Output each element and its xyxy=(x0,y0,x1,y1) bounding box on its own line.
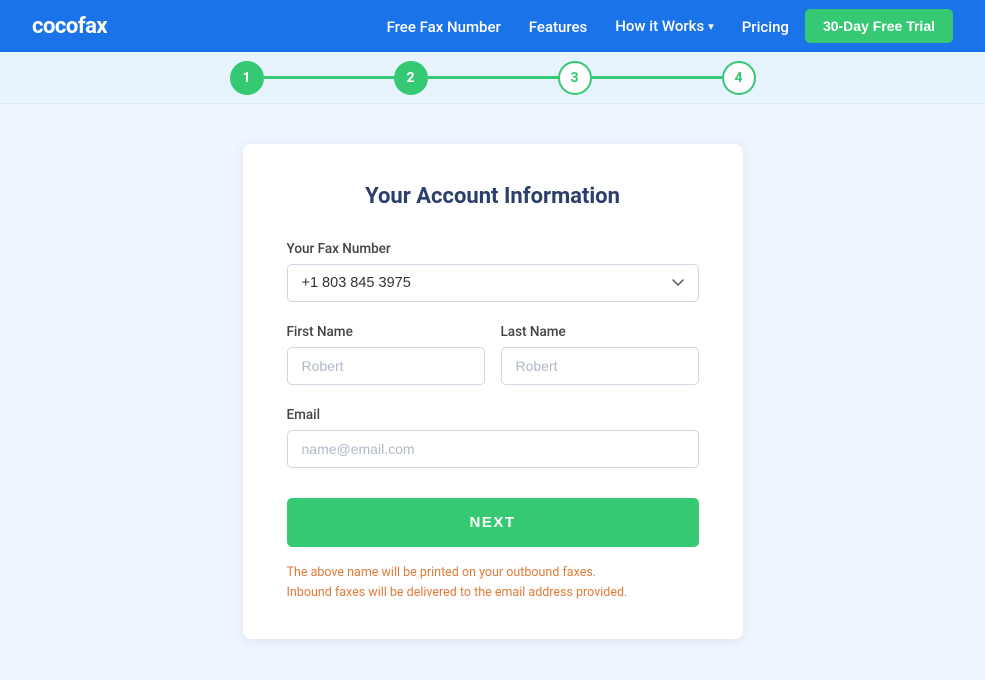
form-note-line1: The above name will be printed on your o… xyxy=(287,565,597,580)
step-2: 2 xyxy=(394,61,428,95)
nav-link-free-fax[interactable]: Free Fax Number xyxy=(387,18,501,36)
next-button[interactable]: NEXT xyxy=(287,498,699,547)
form-note: The above name will be printed on your o… xyxy=(287,563,699,603)
first-name-field: First Name xyxy=(287,324,485,385)
chevron-down-icon: ▾ xyxy=(708,20,714,33)
trial-button[interactable]: 30-Day Free Trial xyxy=(805,9,953,43)
last-name-input[interactable] xyxy=(501,347,699,385)
nav-item-free-fax[interactable]: Free Fax Number xyxy=(387,17,501,36)
stepper-bar: 1 2 3 4 xyxy=(0,52,985,104)
first-name-label: First Name xyxy=(287,324,485,340)
main-content: Your Account Information Your Fax Number… xyxy=(0,104,985,679)
form-note-line2: Inbound faxes will be delivered to the e… xyxy=(287,585,628,600)
stepper: 1 2 3 4 xyxy=(230,61,756,95)
fax-number-label: Your Fax Number xyxy=(287,241,699,257)
form-title: Your Account Information xyxy=(287,184,699,209)
step-4: 4 xyxy=(722,61,756,95)
email-field: Email xyxy=(287,407,699,468)
step-3: 3 xyxy=(558,61,592,95)
nav-item-pricing[interactable]: Pricing xyxy=(742,17,789,36)
nav-link-features[interactable]: Features xyxy=(529,18,587,36)
name-row: First Name Last Name xyxy=(287,324,699,385)
step-line-1-2 xyxy=(264,76,394,79)
nav-item-features[interactable]: Features xyxy=(529,17,587,36)
email-label: Email xyxy=(287,407,699,423)
nav-link-pricing[interactable]: Pricing xyxy=(742,18,789,36)
email-input[interactable] xyxy=(287,430,699,468)
fax-number-select[interactable]: +1 803 845 3975 xyxy=(287,264,699,302)
last-name-label: Last Name xyxy=(501,324,699,340)
last-name-field: Last Name xyxy=(501,324,699,385)
nav-link-how-it-works[interactable]: How it Works ▾ xyxy=(615,17,713,35)
step-line-3-4 xyxy=(592,76,722,79)
first-name-input[interactable] xyxy=(287,347,485,385)
navbar: cocofax Free Fax Number Features How it … xyxy=(0,0,985,52)
nav-links: Free Fax Number Features How it Works ▾ … xyxy=(387,17,789,36)
fax-number-field: Your Fax Number +1 803 845 3975 xyxy=(287,241,699,302)
nav-item-how-it-works[interactable]: How it Works ▾ xyxy=(615,17,713,35)
form-card: Your Account Information Your Fax Number… xyxy=(243,144,743,639)
step-1: 1 xyxy=(230,61,264,95)
step-line-2-3 xyxy=(428,76,558,79)
logo[interactable]: cocofax xyxy=(32,14,107,39)
